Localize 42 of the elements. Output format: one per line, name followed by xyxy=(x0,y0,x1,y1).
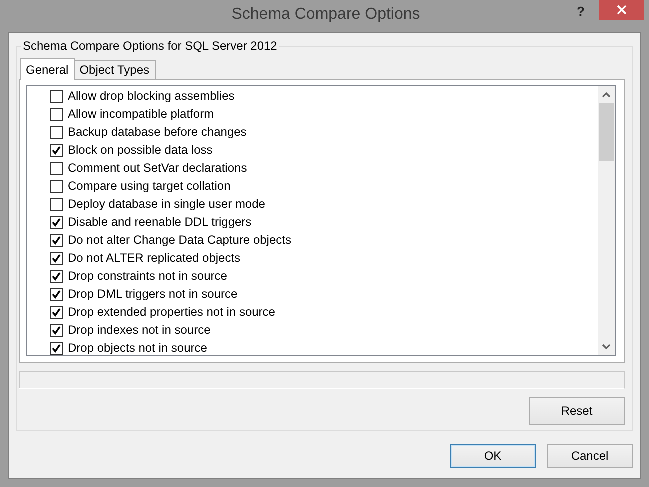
option-label: Backup database before changes xyxy=(68,125,247,139)
checkbox[interactable] xyxy=(50,144,63,156)
scrollbar-thumb[interactable] xyxy=(599,103,614,161)
option-label: Drop DML triggers not in source xyxy=(68,287,238,301)
checkbox[interactable] xyxy=(50,90,63,102)
help-button[interactable]: ? xyxy=(575,4,587,19)
checkbox[interactable] xyxy=(50,324,63,336)
checkbox[interactable] xyxy=(50,108,63,120)
option-label: Disable and reenable DDL triggers xyxy=(68,215,252,229)
checkbox[interactable] xyxy=(50,234,63,246)
checkbox[interactable] xyxy=(50,342,63,354)
option-label: Comment out SetVar declarations xyxy=(68,161,248,175)
close-icon xyxy=(616,5,626,15)
option-label: Do not alter Change Data Capture objects xyxy=(68,233,292,247)
checkbox[interactable] xyxy=(50,162,63,174)
option-label: Drop constraints not in source xyxy=(68,269,228,283)
option-label: Drop extended properties not in source xyxy=(68,305,276,319)
option-label: Drop indexes not in source xyxy=(68,323,211,337)
option-label: Block on possible data loss xyxy=(68,143,213,157)
scrollbar[interactable] xyxy=(598,86,615,355)
reset-button[interactable]: Reset xyxy=(529,397,625,425)
tab[interactable]: Object Types xyxy=(74,60,156,79)
option-label: Compare using target collation xyxy=(68,179,231,193)
option-label: Do not ALTER replicated objects xyxy=(68,251,241,265)
checkbox[interactable] xyxy=(50,126,63,138)
option-label: Deploy database in single user mode xyxy=(68,197,266,211)
ok-button[interactable]: OK xyxy=(450,444,536,468)
option-label: Allow drop blocking assemblies xyxy=(68,89,235,103)
option-label: Drop objects not in source xyxy=(68,341,208,355)
checkbox[interactable] xyxy=(50,252,63,264)
checkbox[interactable] xyxy=(50,306,63,318)
checkbox[interactable] xyxy=(50,180,63,192)
checkbox[interactable] xyxy=(50,198,63,210)
close-button[interactable] xyxy=(599,0,644,20)
option-label: Allow incompatible platform xyxy=(68,107,214,121)
checkbox[interactable] xyxy=(50,216,63,228)
checkbox[interactable] xyxy=(50,288,63,300)
checkbox[interactable] xyxy=(50,270,63,282)
window-title: Schema Compare Options xyxy=(232,6,420,24)
group-title: Schema Compare Options for SQL Server 2012 xyxy=(22,39,278,53)
tab[interactable]: General xyxy=(20,58,75,80)
cancel-button[interactable]: Cancel xyxy=(547,444,633,468)
